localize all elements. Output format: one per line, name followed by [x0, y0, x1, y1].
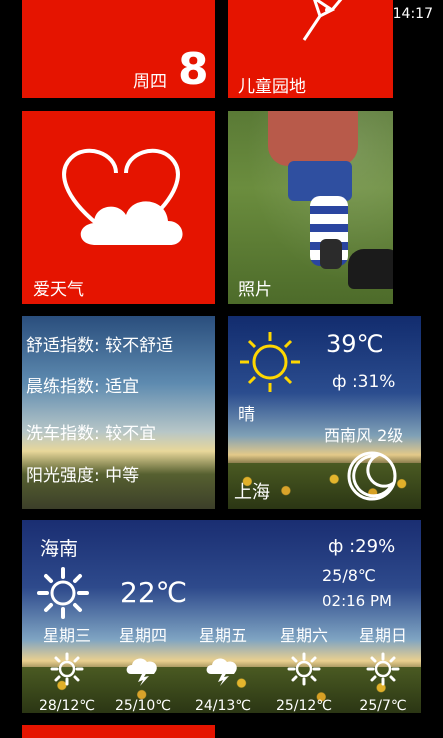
forecast-row: 星期三 28/12℃ 星期四 25/10℃ 星期五 24/13℃ 星期六 25/… — [22, 622, 421, 713]
pinwheel-icon — [302, 0, 343, 41]
forecast-day: 星期五 24/13℃ — [188, 622, 258, 713]
sun-icon — [366, 652, 400, 686]
sun-icon — [240, 332, 300, 392]
forecast-day: 星期六 25/12℃ — [269, 622, 339, 713]
hainan-humidity: ф :29% — [328, 536, 396, 557]
forecast-range: 25/10℃ — [114, 698, 172, 713]
weekday: 周四 — [133, 72, 167, 92]
sun-icon — [50, 652, 84, 686]
shanghai-city: 上海 — [234, 482, 270, 503]
shanghai-humidity: ф :31% — [332, 372, 396, 392]
shanghai-wind: 西南风 2级 — [324, 426, 404, 445]
forecast-day-label: 星期三 — [42, 626, 91, 645]
forecast-day-label: 星期五 — [198, 626, 247, 645]
forecast-day: 星期四 25/10℃ — [108, 622, 178, 713]
forecast-range: 24/13℃ — [194, 698, 252, 713]
heart-cloud-icon — [62, 148, 183, 245]
forecast-range: 28/12℃ — [38, 698, 96, 713]
photos-label: 照片 — [238, 280, 272, 300]
love-weather-label: 爱天气 — [33, 280, 84, 300]
carwash-index: 洗车指数: 较不宜 — [26, 424, 157, 444]
sun-icon — [287, 652, 321, 686]
day-number: 8 — [178, 44, 209, 95]
forecast-day: 星期日 25/7℃ — [348, 622, 418, 713]
sunlight-index: 阳光强度: 中等 — [26, 466, 140, 486]
shanghai-temp: 39℃ — [326, 330, 384, 358]
clock: 14:17 — [392, 6, 433, 22]
forecast-day: 星期三 28/12℃ — [32, 622, 102, 713]
comfort-index: 舒适指数: 较不舒适 — [26, 336, 174, 356]
hainan-weather-tile[interactable]: 海南 ф :29% 22℃ 25/8℃ 02:16 PM 星期三 28/12℃ … — [22, 520, 421, 713]
forecast-range: 25/7℃ — [359, 698, 407, 713]
photos-tile[interactable]: 照片 — [228, 111, 393, 304]
forecast-day-label: 星期四 — [118, 626, 167, 645]
partial-tile[interactable] — [22, 725, 215, 738]
shanghai-condition: 晴 — [238, 405, 255, 425]
forecast-day-label: 星期六 — [279, 626, 328, 645]
weather-index-tile[interactable]: 舒适指数: 较不舒适 晨练指数: 适宜 洗车指数: 较不宜 阳光强度: 中等 — [22, 316, 215, 509]
thunderstorm-icon — [206, 658, 237, 686]
calendar-tile[interactable]: 周四 8 — [22, 0, 215, 98]
thunderstorm-icon — [126, 658, 157, 686]
hainan-time: 02:16 PM — [322, 592, 392, 610]
hainan-date: 25/8℃ — [322, 566, 376, 585]
hainan-temp: 22℃ — [120, 576, 188, 609]
shanghai-weather-tile[interactable]: 39℃ ф :31% 晴 西南风 2级 上海 — [228, 316, 421, 509]
moon-icon — [347, 451, 397, 501]
sun-icon — [37, 567, 89, 619]
hainan-city: 海南 — [40, 538, 79, 560]
kids-corner-tile[interactable]: 儿童园地 — [228, 0, 393, 98]
forecast-day-label: 星期日 — [358, 626, 407, 645]
forecast-range: 25/12℃ — [275, 698, 333, 713]
kids-corner-label: 儿童园地 — [238, 77, 306, 97]
love-weather-tile[interactable]: 爱天气 — [22, 111, 215, 304]
exercise-index: 晨练指数: 适宜 — [26, 377, 140, 397]
